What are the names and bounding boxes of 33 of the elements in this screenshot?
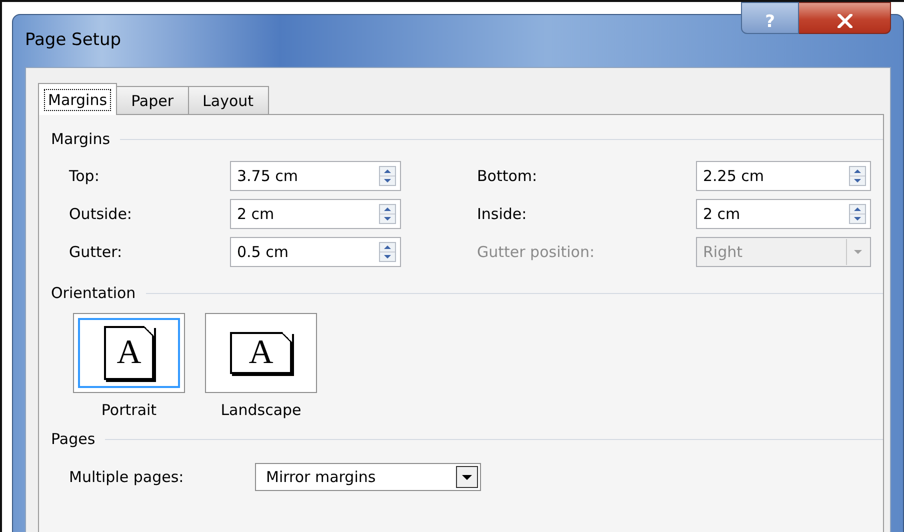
spinner-icon[interactable] <box>379 242 396 262</box>
orientation-label: Portrait <box>101 401 157 419</box>
orientation-option[interactable]: A <box>205 313 317 393</box>
orientation-label: Landscape <box>220 401 302 419</box>
spinner-icon[interactable] <box>849 204 866 224</box>
spinner-icon[interactable] <box>379 166 396 186</box>
field-label: Bottom: <box>477 167 538 185</box>
tab[interactable]: Paper <box>116 86 189 114</box>
field-label: Multiple pages: <box>69 468 185 486</box>
page-icon: A <box>230 332 292 374</box>
spin-field[interactable]: 3.75 cm <box>230 161 401 191</box>
spin-field[interactable]: 2.25 cm <box>696 161 871 191</box>
window-title: Page Setup <box>25 30 122 50</box>
page-icon: A <box>104 326 154 380</box>
field-label: Outside: <box>69 205 133 223</box>
field-label: Inside: <box>477 205 528 223</box>
group-heading: Pages <box>51 430 96 448</box>
field-label: Gutter: <box>69 243 124 261</box>
tab[interactable]: Layout <box>188 86 269 114</box>
spin-field[interactable]: 2 cm <box>230 199 401 229</box>
spin-field[interactable]: 0.5 cm <box>230 237 401 267</box>
close-button[interactable] <box>799 2 891 34</box>
spin-field[interactable]: 2 cm <box>696 199 871 229</box>
group-heading: Orientation <box>51 284 136 302</box>
spinner-icon[interactable] <box>379 204 396 224</box>
dropdown-field[interactable]: Mirror margins <box>255 463 481 491</box>
tab[interactable]: Margins <box>38 83 118 115</box>
spinner-icon[interactable] <box>849 166 866 186</box>
field-label: Top: <box>69 167 100 185</box>
close-icon <box>836 14 852 28</box>
group-heading: Margins <box>51 130 110 148</box>
orientation-option[interactable]: A <box>73 313 185 393</box>
field-label: Gutter position: <box>477 243 596 261</box>
